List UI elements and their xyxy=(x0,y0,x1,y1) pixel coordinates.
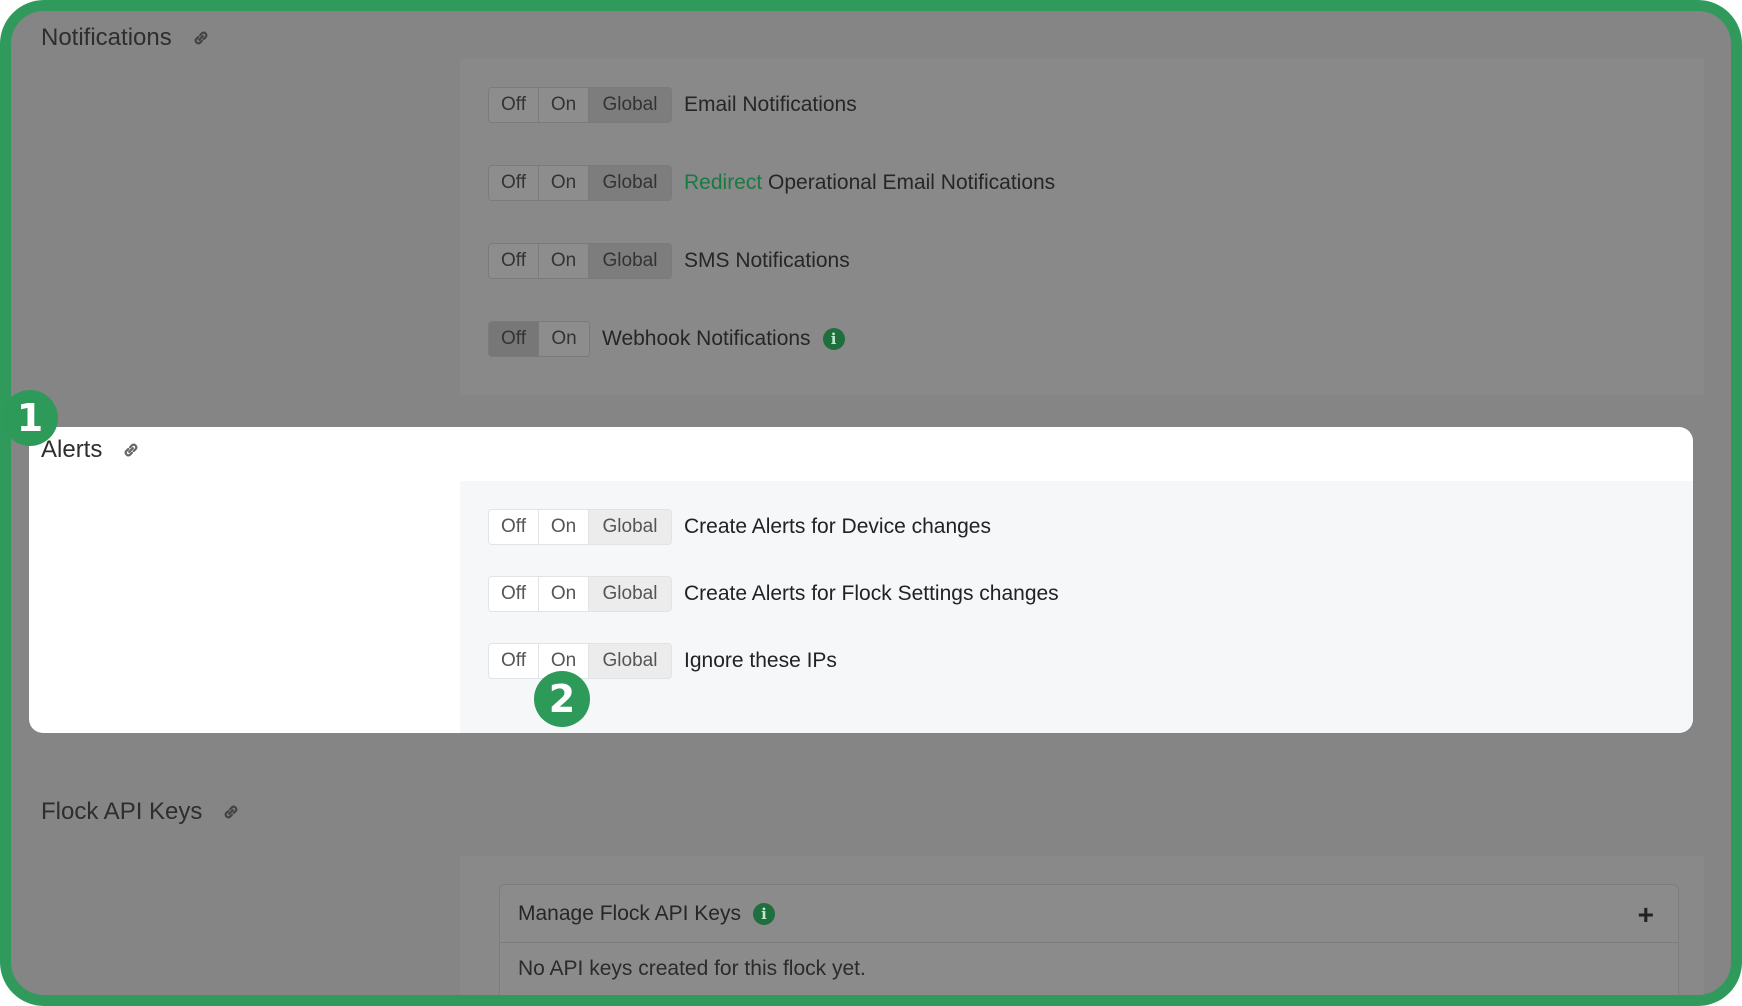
row-label: Email Notifications xyxy=(684,93,857,116)
info-icon[interactable]: i xyxy=(752,902,775,925)
tri-state-toggle: Off On Global xyxy=(488,165,672,201)
notifications-title: Notifications xyxy=(41,24,172,51)
tri-state-toggle: Off On Global xyxy=(488,509,672,545)
toggle-off[interactable]: Off xyxy=(489,88,539,122)
toggle-on[interactable]: On xyxy=(539,88,589,122)
link-icon[interactable] xyxy=(120,439,142,461)
api-keys-card: Manage Flock API Keys i + No API keys cr… xyxy=(499,884,1679,995)
toggle-on[interactable]: On xyxy=(539,244,589,278)
toggle-on[interactable]: On xyxy=(539,322,589,356)
toggle-global[interactable]: Global xyxy=(589,88,671,122)
toggle-global[interactable]: Global xyxy=(589,244,671,278)
notification-row-webhook: Off On Webhook Notifications i xyxy=(488,321,845,357)
notifications-section-title: Notifications xyxy=(41,24,212,52)
toggle-off[interactable]: Off xyxy=(489,322,539,356)
toggle-global[interactable]: Global xyxy=(589,166,671,200)
toggle-off[interactable]: Off xyxy=(489,244,539,278)
row-label: Create Alerts for Device changes xyxy=(684,515,991,538)
row-label: Webhook Notifications xyxy=(602,327,811,350)
api-keys-card-title: Manage Flock API Keys xyxy=(518,901,741,925)
tri-state-toggle: Off On Global xyxy=(488,87,672,123)
alerts-section-title: Alerts xyxy=(41,436,142,464)
row-label: Ignore these IPs xyxy=(684,649,837,672)
api-keys-empty-text: No API keys created for this flock yet. xyxy=(518,957,866,980)
notification-row-operational-email: Off On Global Redirect Operational Email… xyxy=(488,165,1055,201)
alerts-title: Alerts xyxy=(41,436,103,463)
row-label: SMS Notifications xyxy=(684,249,850,272)
api-keys-section-title: Flock API Keys xyxy=(41,798,242,826)
link-icon[interactable] xyxy=(190,27,212,49)
info-icon[interactable]: i xyxy=(822,328,845,350)
notification-row-sms: Off On Global SMS Notifications xyxy=(488,243,850,279)
redirect-link[interactable]: Redirect xyxy=(684,171,762,194)
toggle-global[interactable]: Global xyxy=(589,510,671,544)
notification-row-email: Off On Global Email Notifications xyxy=(488,87,857,123)
toggle-global[interactable]: Global xyxy=(589,577,671,611)
toggle-off[interactable]: Off xyxy=(489,510,539,544)
alert-row-flock-settings: Off On Global Create Alerts for Flock Se… xyxy=(488,576,1059,612)
toggle-on[interactable]: On xyxy=(539,510,589,544)
toggle-off[interactable]: Off xyxy=(489,166,539,200)
api-keys-card-header: Manage Flock API Keys i xyxy=(500,885,1678,943)
tri-state-toggle: Off On Global xyxy=(488,643,672,679)
step-badge-2: 2 xyxy=(534,671,590,727)
two-state-toggle: Off On xyxy=(488,321,590,357)
row-label-text: Operational Email Notifications xyxy=(768,171,1056,194)
row-label: Redirect Operational Email Notifications xyxy=(684,171,1055,195)
api-keys-title: Flock API Keys xyxy=(41,798,203,825)
toggle-global[interactable]: Global xyxy=(589,644,671,678)
toggle-off[interactable]: Off xyxy=(489,577,539,611)
link-icon[interactable] xyxy=(220,801,242,823)
plus-icon[interactable]: + xyxy=(1638,899,1654,931)
row-label: Create Alerts for Flock Settings changes xyxy=(684,582,1059,605)
toggle-off[interactable]: Off xyxy=(489,644,539,678)
alert-row-device: Off On Global Create Alerts for Device c… xyxy=(488,509,991,545)
toggle-on[interactable]: On xyxy=(539,166,589,200)
tri-state-toggle: Off On Global xyxy=(488,243,672,279)
tri-state-toggle: Off On Global xyxy=(488,576,672,612)
step-badge-1: 1 xyxy=(2,390,58,446)
toggle-on[interactable]: On xyxy=(539,577,589,611)
alert-row-ignore-ips: Off On Global Ignore these IPs xyxy=(488,643,837,679)
